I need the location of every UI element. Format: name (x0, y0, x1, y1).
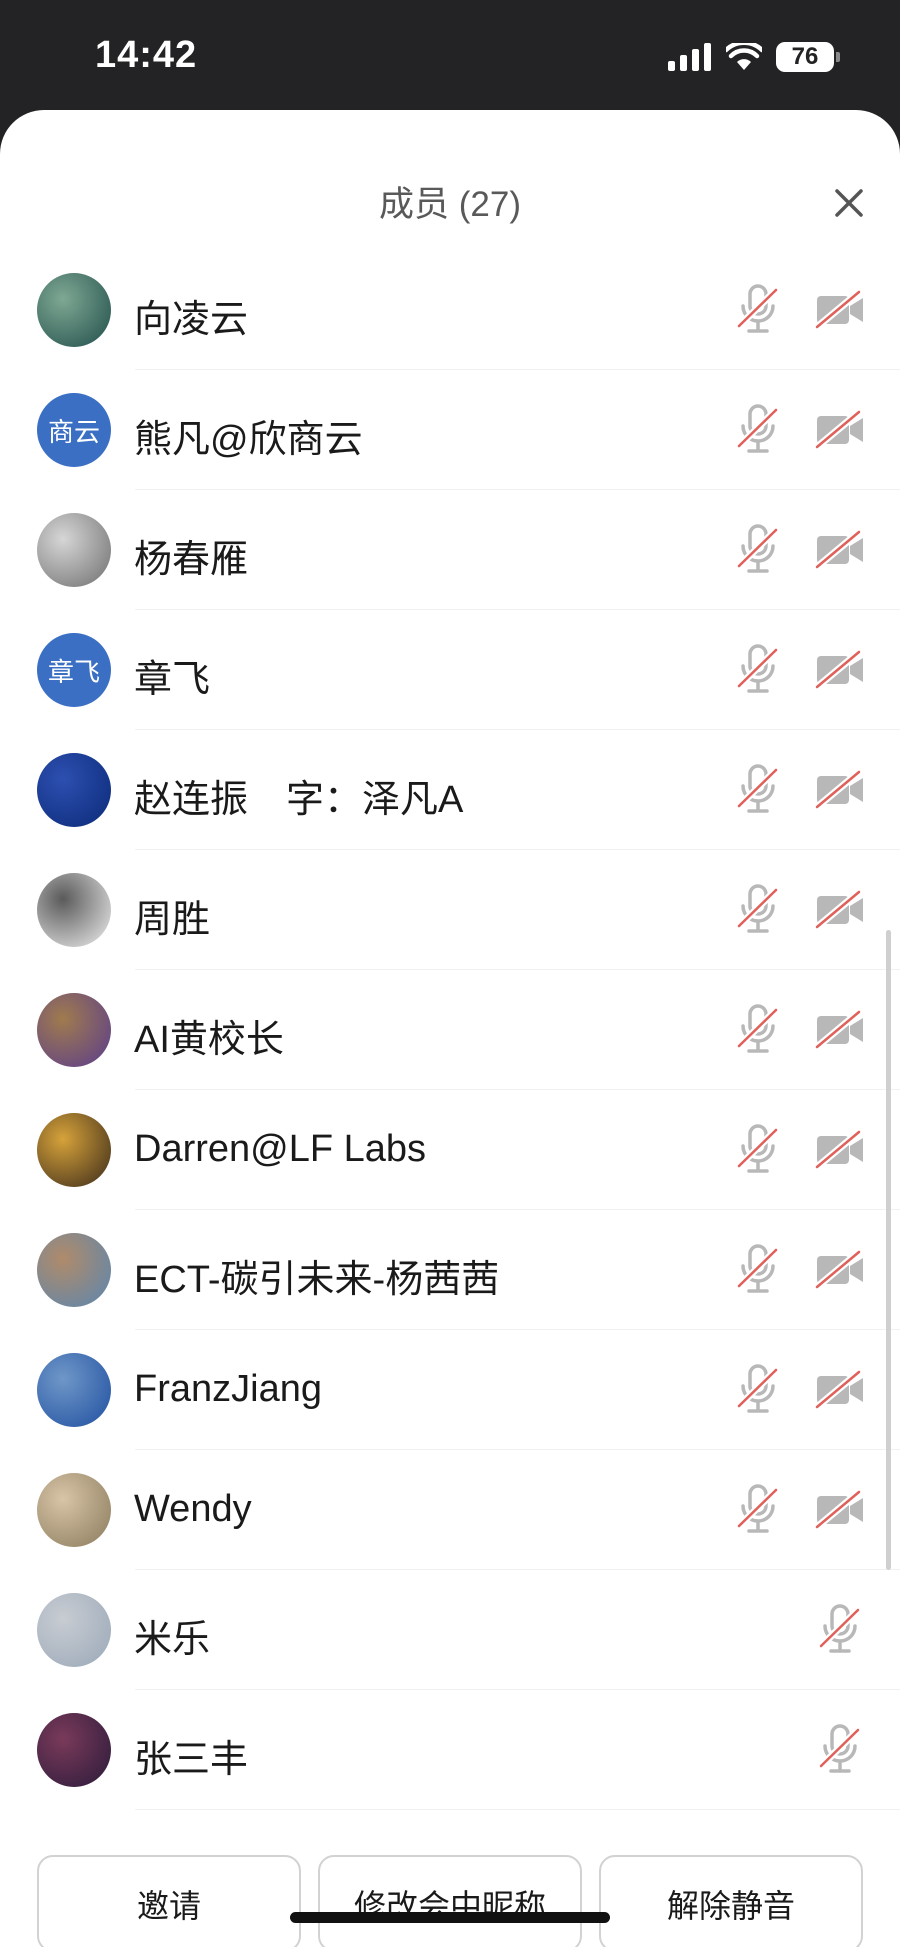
unmute-button[interactable]: 解除静音 (599, 1855, 863, 1947)
avatar (37, 1113, 111, 1187)
member-row[interactable]: FranzJiang (0, 1330, 900, 1450)
member-name: FranzJiang (134, 1368, 322, 1410)
camera-off-icon[interactable] (814, 1129, 865, 1170)
home-indicator (290, 1912, 610, 1923)
members-sheet: 成员 (27) 向凌云商云 熊凡@欣商云 杨春雁章飞 章飞赵连振 字：泽凡A 周胜 AI黄… (0, 110, 900, 1947)
avatar: 商云 (37, 393, 111, 467)
footer-actions: 邀请 修改会中昵称 解除静音 (0, 1825, 900, 1947)
wifi-icon (726, 43, 762, 70)
mic-muted-icon[interactable] (736, 1482, 780, 1538)
member-row[interactable]: 商云 熊凡@欣商云 (0, 370, 900, 490)
avatar (37, 993, 111, 1067)
member-name: 张三丰 (134, 1739, 249, 1781)
mic-muted-icon[interactable] (736, 1002, 780, 1058)
invite-button[interactable]: 邀请 (37, 1855, 301, 1947)
camera-off-icon[interactable] (814, 889, 865, 930)
mic-muted-icon[interactable] (736, 1362, 780, 1418)
member-name: Wendy (134, 1488, 252, 1530)
mic-muted-icon[interactable] (736, 762, 780, 818)
avatar-text: 商云 (47, 416, 100, 447)
member-row[interactable]: 米乐 (0, 1570, 900, 1690)
member-row[interactable]: Darren@LF Labs (0, 1090, 900, 1210)
avatar (37, 1353, 111, 1427)
avatar (37, 873, 111, 947)
member-row[interactable]: 赵连振 字：泽凡A (0, 730, 900, 850)
member-row[interactable]: Wendy (0, 1450, 900, 1570)
mic-muted-icon[interactable] (818, 1602, 862, 1658)
member-row[interactable]: 章飞 章飞 (0, 610, 900, 730)
mic-muted-icon[interactable] (736, 642, 780, 698)
rename-button[interactable]: 修改会中昵称 (318, 1855, 582, 1947)
member-row[interactable]: 杨春雁 (0, 490, 900, 610)
signal-icon (668, 43, 711, 71)
camera-off-icon[interactable] (814, 1369, 865, 1410)
member-name: Darren@LF Labs (134, 1128, 427, 1170)
member-row[interactable]: AI黄校长 (0, 970, 900, 1090)
mic-muted-icon[interactable] (818, 1722, 862, 1778)
avatar (37, 1713, 111, 1787)
page-title: 成员 (27) (379, 185, 521, 224)
member-name: 杨春雁 (134, 539, 249, 581)
camera-off-icon[interactable] (814, 289, 865, 330)
camera-off-icon[interactable] (814, 529, 865, 570)
avatar-text: 章飞 (47, 656, 100, 687)
sheet-header: 成员 (27) (0, 110, 900, 250)
scrollbar[interactable] (886, 930, 891, 1570)
avatar (37, 753, 111, 827)
close-button[interactable] (824, 178, 874, 228)
member-name: ECT-碳引未来-杨茜茜 (134, 1259, 500, 1301)
avatar (37, 1593, 111, 1667)
member-row[interactable]: 向凌云 (0, 250, 900, 370)
member-row[interactable]: 周胜 (0, 850, 900, 970)
member-name: 周胜 (134, 899, 211, 941)
camera-off-icon[interactable] (814, 409, 865, 450)
battery-icon: 76 (776, 42, 834, 72)
avatar (37, 1233, 111, 1307)
mic-muted-icon[interactable] (736, 522, 780, 578)
avatar (37, 513, 111, 587)
close-icon (835, 189, 863, 217)
member-row[interactable]: ECT-碳引未来-杨茜茜 (0, 1210, 900, 1330)
member-name: 向凌云 (134, 299, 249, 341)
battery-level: 76 (791, 43, 819, 70)
avatar (37, 273, 111, 347)
mic-muted-icon[interactable] (736, 282, 780, 338)
camera-off-icon[interactable] (814, 1009, 865, 1050)
mic-muted-icon[interactable] (736, 1242, 780, 1298)
status-icons: 76 (668, 42, 840, 72)
camera-off-icon[interactable] (814, 1249, 865, 1290)
member-name: 章飞 (134, 659, 211, 701)
avatar: 章飞 (37, 633, 111, 707)
mic-muted-icon[interactable] (736, 1122, 780, 1178)
member-list[interactable]: 向凌云商云 熊凡@欣商云 杨春雁章飞 章飞赵连振 字：泽凡A 周胜 AI黄校长 Darren… (0, 250, 900, 1825)
member-row[interactable]: 张三丰 (0, 1690, 900, 1810)
member-name: 米乐 (134, 1619, 211, 1661)
avatar (37, 1473, 111, 1547)
member-name: AI黄校长 (134, 1019, 284, 1061)
mic-muted-icon[interactable] (736, 402, 780, 458)
camera-off-icon[interactable] (814, 649, 865, 690)
member-name: 熊凡@欣商云 (134, 419, 363, 461)
status-bar: 14:42 76 (0, 0, 900, 115)
status-time: 14:42 (95, 34, 198, 76)
camera-off-icon[interactable] (814, 1489, 865, 1530)
camera-off-icon[interactable] (814, 769, 865, 810)
member-name: 赵连振 字：泽凡A (134, 779, 464, 821)
mic-muted-icon[interactable] (736, 882, 780, 938)
